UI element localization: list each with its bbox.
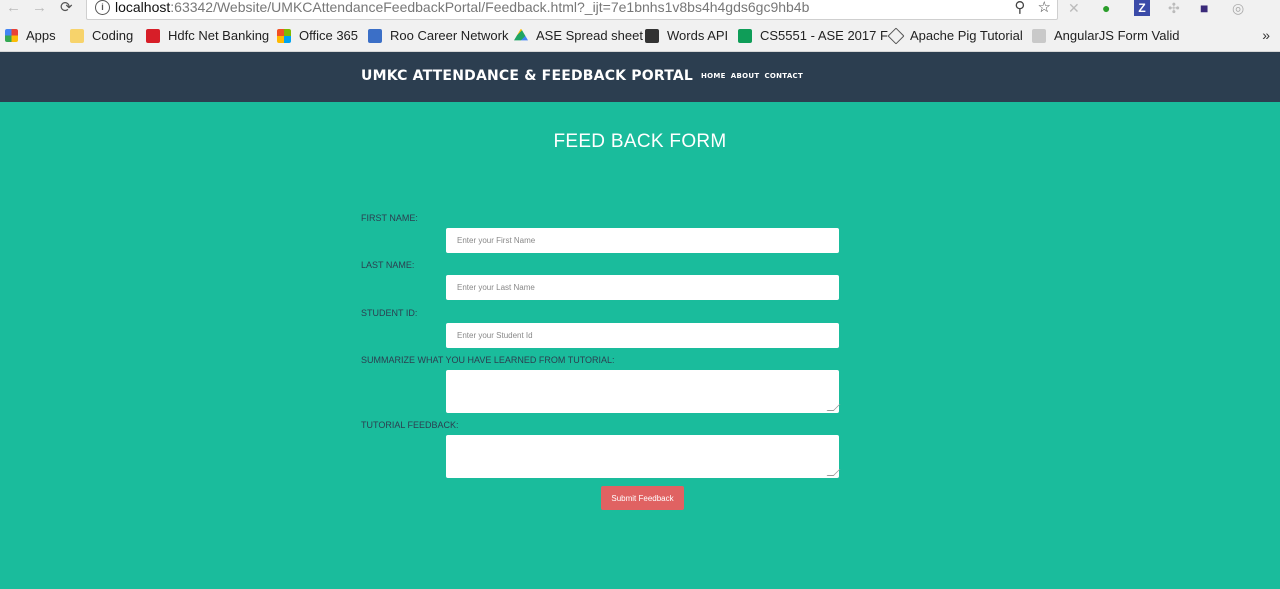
forward-icon[interactable]: → (32, 0, 47, 18)
submit-feedback-button[interactable]: Submit Feedback (601, 486, 684, 510)
resize-handle-icon[interactable] (826, 469, 841, 476)
office-icon (277, 28, 291, 43)
extension-purple-icon[interactable]: ■ (1200, 0, 1208, 16)
feedback-textarea[interactable] (446, 435, 841, 478)
site-header: UMKC ATTENDANCE & FEEDBACK PORTAL HOME A… (0, 52, 1280, 102)
first-name-input[interactable]: Enter your First Name (446, 228, 839, 253)
last-name-label: LAST NAME: (361, 260, 415, 270)
bookmark-label: Roo Career Network (390, 28, 509, 43)
bookmark-label: ASE Spread sheet (536, 28, 643, 43)
bookmark-item[interactable]: Coding (70, 28, 133, 43)
back-icon[interactable]: ← (6, 0, 21, 18)
address-bar[interactable]: i localhost:63342/Website/UMKCAttendance… (86, 0, 1058, 20)
bookmark-label: Apps (26, 28, 56, 43)
pig-icon (887, 27, 905, 44)
bookmark-label: Apache Pig Tutorial (910, 28, 1023, 43)
apps-grid-icon (5, 29, 18, 42)
extension-x-icon[interactable]: ✕ (1068, 0, 1080, 17)
summary-label: SUMMARIZE WHAT YOU HAVE LEARNED FROM TUT… (361, 355, 615, 365)
site-brand[interactable]: UMKC ATTENDANCE & FEEDBACK PORTAL (361, 68, 693, 84)
extension-green-icon[interactable]: ● (1102, 0, 1110, 16)
nav-contact[interactable]: CONTACT (764, 72, 803, 80)
bookmark-item[interactable]: Hdfc Net Banking (146, 28, 269, 43)
bookmark-item[interactable]: Office 365 (277, 28, 358, 43)
angular-icon (1032, 28, 1046, 43)
url-text: localhost:63342/Website/UMKCAttendanceFe… (115, 0, 809, 15)
nav-home[interactable]: HOME (701, 72, 726, 80)
bookmark-label: Coding (92, 28, 134, 43)
form-title: FEED BACK FORM (553, 131, 727, 152)
bookmark-star-icon[interactable]: ☆ (1038, 0, 1051, 16)
sheets-icon (738, 28, 752, 43)
zoom-icon[interactable]: ⚲ (1014, 0, 1025, 16)
bookmarks-overflow-icon[interactable]: » (1262, 27, 1270, 43)
feedback-label: TUTORIAL FEEDBACK: (361, 420, 459, 430)
bookmark-label: Hdfc Net Banking (168, 28, 270, 43)
extension-z-icon[interactable]: Z (1134, 0, 1150, 16)
bookmark-item[interactable]: CS5551 - ASE 2017 F (738, 28, 888, 43)
student-id-input[interactable]: Enter your Student Id (446, 323, 839, 348)
bookmark-item[interactable]: Roo Career Network (368, 28, 509, 43)
extension-circle-icon[interactable]: ◎ (1232, 0, 1244, 17)
bookmark-item[interactable]: ASE Spread sheet (514, 28, 643, 43)
words-api-icon (645, 28, 659, 43)
url-path: :63342/Website/UMKCAttendanceFeedbackPor… (170, 0, 810, 15)
bookmark-item[interactable]: Apps (5, 28, 56, 43)
extension-tool-icon[interactable]: ✣ (1168, 0, 1180, 17)
nav-about[interactable]: ABOUT (731, 72, 760, 80)
first-name-label: FIRST NAME: (361, 213, 418, 223)
reload-icon[interactable]: ⟳ (60, 0, 73, 18)
folder-icon (70, 28, 84, 43)
site-nav: HOME ABOUT CONTACT (701, 72, 803, 80)
browser-toolbar: ← → ⟳ i localhost:63342/Website/UMKCAtte… (0, 0, 1280, 22)
last-name-input[interactable]: Enter your Last Name (446, 275, 839, 300)
roo-icon (368, 28, 382, 43)
bookmark-item[interactable]: AngularJS Form Valid (1032, 28, 1179, 43)
bookmark-label: Office 365 (299, 28, 359, 43)
bookmark-label: AngularJS Form Valid (1054, 28, 1180, 43)
info-icon[interactable]: i (95, 0, 110, 15)
bookmark-label: Words API (667, 28, 729, 43)
hdfc-icon (146, 28, 160, 43)
student-id-label: STUDENT ID: (361, 308, 418, 318)
bookmark-label: CS5551 - ASE 2017 F (760, 28, 888, 43)
url-actions: ⚲ ☆ (1014, 0, 1051, 16)
drive-icon (514, 28, 528, 41)
summary-textarea[interactable] (446, 370, 841, 413)
bookmark-item[interactable]: Apache Pig Tutorial (887, 27, 1023, 44)
resize-handle-icon[interactable] (826, 404, 841, 411)
bookmark-item[interactable]: Words API (645, 28, 728, 43)
url-host: localhost (115, 0, 171, 15)
bookmarks-bar: Apps Coding Hdfc Net Banking Office 365 … (0, 22, 1280, 52)
